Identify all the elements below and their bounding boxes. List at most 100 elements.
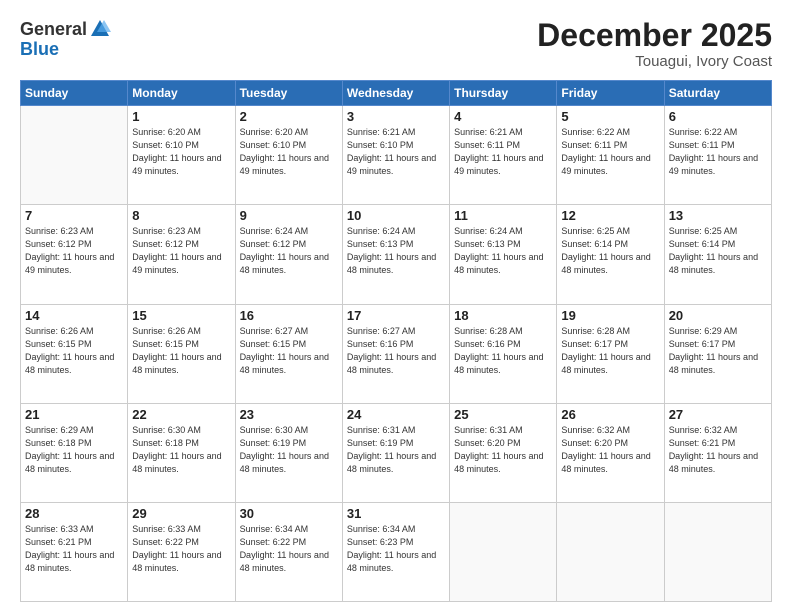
day-number: 16 <box>240 308 338 323</box>
table-row: 31Sunrise: 6:34 AMSunset: 6:23 PMDayligh… <box>342 502 449 601</box>
logo-blue: Blue <box>20 39 59 59</box>
calendar-table: Sunday Monday Tuesday Wednesday Thursday… <box>20 80 772 602</box>
title-block: December 2025 Touagui, Ivory Coast <box>537 18 772 70</box>
day-info: Sunrise: 6:32 AMSunset: 6:21 PMDaylight:… <box>669 424 767 476</box>
day-number: 5 <box>561 109 659 124</box>
day-info: Sunrise: 6:27 AMSunset: 6:16 PMDaylight:… <box>347 325 445 377</box>
col-thursday: Thursday <box>450 81 557 106</box>
day-number: 8 <box>132 208 230 223</box>
table-row <box>664 502 771 601</box>
table-row: 30Sunrise: 6:34 AMSunset: 6:22 PMDayligh… <box>235 502 342 601</box>
table-row: 10Sunrise: 6:24 AMSunset: 6:13 PMDayligh… <box>342 205 449 304</box>
table-row <box>557 502 664 601</box>
day-number: 12 <box>561 208 659 223</box>
table-row: 11Sunrise: 6:24 AMSunset: 6:13 PMDayligh… <box>450 205 557 304</box>
table-row: 15 Sunrise: 6:26 AMSunset: 6:15 PMDayligh… <box>128 304 235 403</box>
day-number: 1 <box>132 109 230 124</box>
table-row: 27 Sunrise: 6:32 AMSunset: 6:21 PMDayligh… <box>664 403 771 502</box>
day-info: Sunrise: 6:33 AMSunset: 6:21 PMDaylight:… <box>25 523 123 575</box>
table-row: 26 Sunrise: 6:32 AMSunset: 6:20 PMDayligh… <box>557 403 664 502</box>
table-row: 28Sunrise: 6:33 AMSunset: 6:21 PMDayligh… <box>21 502 128 601</box>
day-number: 7 <box>25 208 123 223</box>
day-info: Sunrise: 6:31 AMSunset: 6:20 PMDaylight:… <box>454 424 552 476</box>
table-row: 4Sunrise: 6:21 AMSunset: 6:11 PMDaylight… <box>450 106 557 205</box>
table-row: 13 Sunrise: 6:25 AMSunset: 6:14 PMDayligh… <box>664 205 771 304</box>
table-row <box>450 502 557 601</box>
calendar-header-row: Sunday Monday Tuesday Wednesday Thursday… <box>21 81 772 106</box>
table-row: 18 Sunrise: 6:28 AMSunset: 6:16 PMDayligh… <box>450 304 557 403</box>
day-info: Sunrise: 6:27 AMSunset: 6:15 PMDaylight:… <box>240 325 338 377</box>
day-info: Sunrise: 6:20 AMSunset: 6:10 PMDaylight:… <box>132 126 230 178</box>
col-monday: Monday <box>128 81 235 106</box>
calendar-week-0: 1 Sunrise: 6:20 AMSunset: 6:10 PMDaylight… <box>21 106 772 205</box>
day-number: 2 <box>240 109 338 124</box>
table-row: 29Sunrise: 6:33 AMSunset: 6:22 PMDayligh… <box>128 502 235 601</box>
table-row: 22 Sunrise: 6:30 AMSunset: 6:18 PMDayligh… <box>128 403 235 502</box>
calendar-week-3: 21 Sunrise: 6:29 AMSunset: 6:18 PMDayligh… <box>21 403 772 502</box>
table-row: 25 Sunrise: 6:31 AMSunset: 6:20 PMDayligh… <box>450 403 557 502</box>
location-title: Touagui, Ivory Coast <box>537 53 772 70</box>
col-wednesday: Wednesday <box>342 81 449 106</box>
day-number: 25 <box>454 407 552 422</box>
day-number: 15 <box>132 308 230 323</box>
table-row: 16 Sunrise: 6:27 AMSunset: 6:15 PMDayligh… <box>235 304 342 403</box>
day-number: 17 <box>347 308 445 323</box>
day-info: Sunrise: 6:28 AMSunset: 6:17 PMDaylight:… <box>561 325 659 377</box>
table-row: 5 Sunrise: 6:22 AMSunset: 6:11 PMDaylight… <box>557 106 664 205</box>
day-info: Sunrise: 6:20 AMSunset: 6:10 PMDaylight:… <box>240 126 338 178</box>
day-number: 22 <box>132 407 230 422</box>
col-sunday: Sunday <box>21 81 128 106</box>
day-info: Sunrise: 6:23 AMSunset: 6:12 PMDaylight:… <box>132 225 230 277</box>
day-number: 13 <box>669 208 767 223</box>
table-row: 3Sunrise: 6:21 AMSunset: 6:10 PMDaylight… <box>342 106 449 205</box>
day-info: Sunrise: 6:23 AMSunset: 6:12 PMDaylight:… <box>25 225 123 277</box>
day-number: 26 <box>561 407 659 422</box>
day-number: 18 <box>454 308 552 323</box>
table-row: 20Sunrise: 6:29 AMSunset: 6:17 PMDayligh… <box>664 304 771 403</box>
header: General Blue December 2025 Touagui, Ivor… <box>20 18 772 70</box>
day-info: Sunrise: 6:34 AMSunset: 6:23 PMDaylight:… <box>347 523 445 575</box>
day-number: 3 <box>347 109 445 124</box>
day-number: 9 <box>240 208 338 223</box>
day-number: 24 <box>347 407 445 422</box>
table-row: 21 Sunrise: 6:29 AMSunset: 6:18 PMDayligh… <box>21 403 128 502</box>
day-info: Sunrise: 6:22 AMSunset: 6:11 PMDaylight:… <box>561 126 659 178</box>
calendar-week-1: 7 Sunrise: 6:23 AMSunset: 6:12 PMDaylight… <box>21 205 772 304</box>
logo: General Blue <box>20 18 111 60</box>
table-row: 17 Sunrise: 6:27 AMSunset: 6:16 PMDayligh… <box>342 304 449 403</box>
day-number: 27 <box>669 407 767 422</box>
day-info: Sunrise: 6:33 AMSunset: 6:22 PMDaylight:… <box>132 523 230 575</box>
day-info: Sunrise: 6:22 AMSunset: 6:11 PMDaylight:… <box>669 126 767 178</box>
table-row: 9Sunrise: 6:24 AMSunset: 6:12 PMDaylight… <box>235 205 342 304</box>
day-info: Sunrise: 6:31 AMSunset: 6:19 PMDaylight:… <box>347 424 445 476</box>
day-info: Sunrise: 6:24 AMSunset: 6:13 PMDaylight:… <box>347 225 445 277</box>
day-info: Sunrise: 6:34 AMSunset: 6:22 PMDaylight:… <box>240 523 338 575</box>
page: General Blue December 2025 Touagui, Ivor… <box>0 0 792 612</box>
day-info: Sunrise: 6:30 AMSunset: 6:19 PMDaylight:… <box>240 424 338 476</box>
day-info: Sunrise: 6:28 AMSunset: 6:16 PMDaylight:… <box>454 325 552 377</box>
day-info: Sunrise: 6:32 AMSunset: 6:20 PMDaylight:… <box>561 424 659 476</box>
table-row: 23Sunrise: 6:30 AMSunset: 6:19 PMDayligh… <box>235 403 342 502</box>
day-info: Sunrise: 6:24 AMSunset: 6:13 PMDaylight:… <box>454 225 552 277</box>
logo-icon <box>89 18 111 40</box>
day-info: Sunrise: 6:30 AMSunset: 6:18 PMDaylight:… <box>132 424 230 476</box>
day-info: Sunrise: 6:29 AMSunset: 6:17 PMDaylight:… <box>669 325 767 377</box>
table-row: 7 Sunrise: 6:23 AMSunset: 6:12 PMDaylight… <box>21 205 128 304</box>
day-info: Sunrise: 6:25 AMSunset: 6:14 PMDaylight:… <box>669 225 767 277</box>
month-title: December 2025 <box>537 18 772 53</box>
day-info: Sunrise: 6:26 AMSunset: 6:15 PMDaylight:… <box>132 325 230 377</box>
table-row: 14Sunrise: 6:26 AMSunset: 6:15 PMDayligh… <box>21 304 128 403</box>
day-number: 14 <box>25 308 123 323</box>
table-row: 2 Sunrise: 6:20 AMSunset: 6:10 PMDaylight… <box>235 106 342 205</box>
table-row: 12Sunrise: 6:25 AMSunset: 6:14 PMDayligh… <box>557 205 664 304</box>
day-number: 19 <box>561 308 659 323</box>
calendar-week-2: 14 Sunrise: 6:26 AMSunset: 6:15 PMDayligh… <box>21 304 772 403</box>
table-row: 6Sunrise: 6:22 AMSunset: 6:11 PMDaylight… <box>664 106 771 205</box>
logo-general: General <box>20 20 87 38</box>
col-tuesday: Tuesday <box>235 81 342 106</box>
col-friday: Friday <box>557 81 664 106</box>
day-info: Sunrise: 6:21 AMSunset: 6:11 PMDaylight:… <box>454 126 552 178</box>
calendar-week-4: 28Sunrise: 6:33 AMSunset: 6:21 PMDayligh… <box>21 502 772 601</box>
day-number: 21 <box>25 407 123 422</box>
day-info: Sunrise: 6:29 AMSunset: 6:18 PMDaylight:… <box>25 424 123 476</box>
